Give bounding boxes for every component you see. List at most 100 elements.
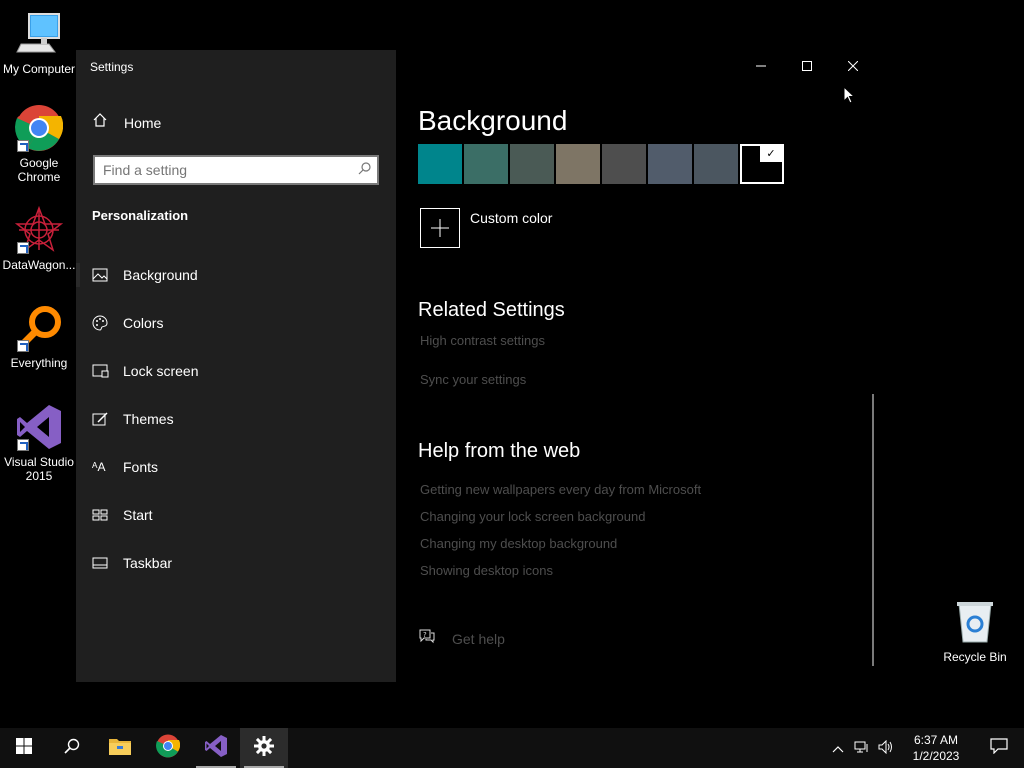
- desktop-icon-label: DataWagon...: [2, 258, 76, 272]
- home-icon: [92, 112, 124, 133]
- windows-start-icon: [16, 737, 32, 759]
- volume-icon[interactable]: [874, 739, 898, 757]
- shortcut-arrow-icon: [17, 439, 29, 451]
- sidebar-item-label: Taskbar: [123, 555, 173, 571]
- datawagon-icon: [14, 205, 64, 254]
- visual-studio-icon: [204, 734, 228, 763]
- mouse-cursor-icon: [843, 85, 856, 109]
- related-settings-heading: Related Settings: [418, 299, 565, 321]
- themes-brush-icon: [92, 412, 123, 426]
- custom-color-button[interactable]: Custom color: [420, 208, 552, 248]
- taskbar-chrome[interactable]: [144, 728, 192, 768]
- settings-content: Background ✓ Custom color Related Settin…: [418, 50, 858, 682]
- home-label: Home: [124, 114, 162, 131]
- background-color-swatches: ✓: [418, 144, 784, 184]
- recycle-bin-icon: [955, 600, 995, 644]
- sidebar-item-label: Lock screen: [123, 363, 199, 379]
- taskbar-file-explorer[interactable]: [96, 728, 144, 768]
- action-center-button[interactable]: [974, 737, 1024, 759]
- search-icon[interactable]: [351, 162, 377, 178]
- link-help-lock-screen[interactable]: Changing your lock screen background: [420, 509, 645, 524]
- sidebar-item-background[interactable]: Background: [76, 251, 396, 299]
- color-swatch[interactable]: [648, 144, 694, 184]
- sidebar-item-colors[interactable]: Colors: [76, 299, 396, 347]
- visual-studio-icon: [15, 403, 63, 451]
- link-help-wallpapers[interactable]: Getting new wallpapers every day from Mi…: [420, 482, 701, 497]
- shortcut-arrow-icon: [17, 340, 29, 352]
- desktop-icon-visual-studio[interactable]: Visual Studio 2015: [0, 403, 78, 483]
- sidebar-item-label: Start: [123, 507, 153, 523]
- shortcut-arrow-icon: [17, 140, 29, 152]
- color-swatch[interactable]: [510, 144, 556, 184]
- fonts-icon: ᴬA: [92, 460, 106, 474]
- picture-icon: [92, 268, 123, 282]
- desktop-icon-label: Google Chrome: [17, 156, 61, 184]
- settings-gear-icon: [254, 735, 274, 761]
- clock-time: 6:37 AM: [913, 733, 959, 747]
- chat-help-icon: ?: [418, 628, 452, 649]
- taskbar-visual-studio[interactable]: [192, 728, 240, 768]
- custom-color-label: Custom color: [470, 210, 553, 226]
- settings-sidebar: Settings Home Personalization Background: [76, 50, 396, 682]
- palette-icon: [92, 315, 123, 331]
- shortcut-arrow-icon: [17, 242, 29, 254]
- content-scrollbar[interactable]: [872, 394, 874, 666]
- color-swatch[interactable]: [418, 144, 464, 184]
- desktop-icon-recycle-bin[interactable]: Recycle Bin: [940, 600, 1010, 664]
- taskbar-icon: [92, 557, 123, 569]
- network-icon[interactable]: [850, 740, 874, 757]
- section-title-personalization: Personalization: [92, 208, 189, 223]
- chrome-icon: [156, 734, 181, 763]
- taskbar: 6:37 AM 1/2/2023: [0, 728, 1024, 768]
- start-button[interactable]: [0, 728, 48, 768]
- get-help-label: Get help: [452, 630, 505, 647]
- link-help-desktop-icons[interactable]: Showing desktop icons: [420, 563, 553, 578]
- sidebar-item-themes[interactable]: Themes: [76, 395, 396, 443]
- color-swatch[interactable]: [694, 144, 740, 184]
- system-clock[interactable]: 6:37 AM 1/2/2023: [898, 732, 974, 764]
- start-grid-icon: [92, 509, 123, 521]
- notification-icon: [990, 737, 1008, 759]
- search-input[interactable]: [95, 157, 351, 183]
- sidebar-item-lock-screen[interactable]: Lock screen: [76, 347, 396, 395]
- color-swatch-selected[interactable]: ✓: [740, 144, 784, 184]
- personalization-nav: Background Colors Lock screen Themes ᴬA …: [76, 251, 396, 587]
- link-sync-settings[interactable]: Sync your settings: [420, 372, 526, 387]
- sidebar-item-label: Fonts: [123, 459, 159, 475]
- home-link[interactable]: Home: [92, 112, 161, 133]
- settings-window: Settings Home Personalization Background: [76, 50, 876, 682]
- taskbar-settings[interactable]: [240, 728, 288, 768]
- link-high-contrast[interactable]: High contrast settings: [420, 333, 545, 348]
- chevron-up-icon[interactable]: [826, 741, 850, 756]
- taskbar-search-button[interactable]: [48, 728, 96, 768]
- color-swatch[interactable]: [556, 144, 602, 184]
- desktop-icon-google-chrome[interactable]: Google Chrome: [0, 104, 78, 184]
- desktop-icon-my-computer[interactable]: My Computer: [0, 10, 78, 76]
- svg-text:?: ?: [423, 631, 427, 639]
- desktop-icon-everything[interactable]: Everything: [0, 304, 78, 370]
- recycle-bin-label: Recycle Bin: [943, 650, 1007, 664]
- get-help-link[interactable]: ? Get help: [418, 628, 505, 649]
- help-web-heading: Help from the web: [418, 440, 581, 462]
- everything-search-icon: [15, 304, 63, 352]
- sidebar-item-fonts[interactable]: ᴬA Fonts: [76, 443, 396, 491]
- sidebar-item-taskbar[interactable]: Taskbar: [76, 539, 396, 587]
- file-explorer-icon: [108, 736, 132, 761]
- search-icon: [64, 738, 80, 759]
- search-box[interactable]: [93, 155, 379, 185]
- link-help-desktop-background[interactable]: Changing my desktop background: [420, 536, 617, 551]
- sidebar-item-label: Background: [123, 267, 198, 283]
- color-swatch[interactable]: [464, 144, 510, 184]
- checkmark-icon: ✓: [760, 146, 782, 162]
- desktop-icon-datawagon[interactable]: DataWagon...: [0, 205, 78, 272]
- plus-icon: [420, 208, 460, 248]
- sidebar-item-start[interactable]: Start: [76, 491, 396, 539]
- system-tray: 6:37 AM 1/2/2023: [826, 728, 1024, 768]
- desktop-icon-label: Everything: [10, 356, 68, 370]
- sidebar-item-label: Colors: [123, 315, 164, 331]
- sidebar-item-label: Themes: [123, 411, 174, 427]
- lock-screen-icon: [92, 364, 123, 378]
- window-title: Settings: [90, 60, 134, 74]
- color-swatch[interactable]: [602, 144, 648, 184]
- monitor-icon: [15, 10, 63, 58]
